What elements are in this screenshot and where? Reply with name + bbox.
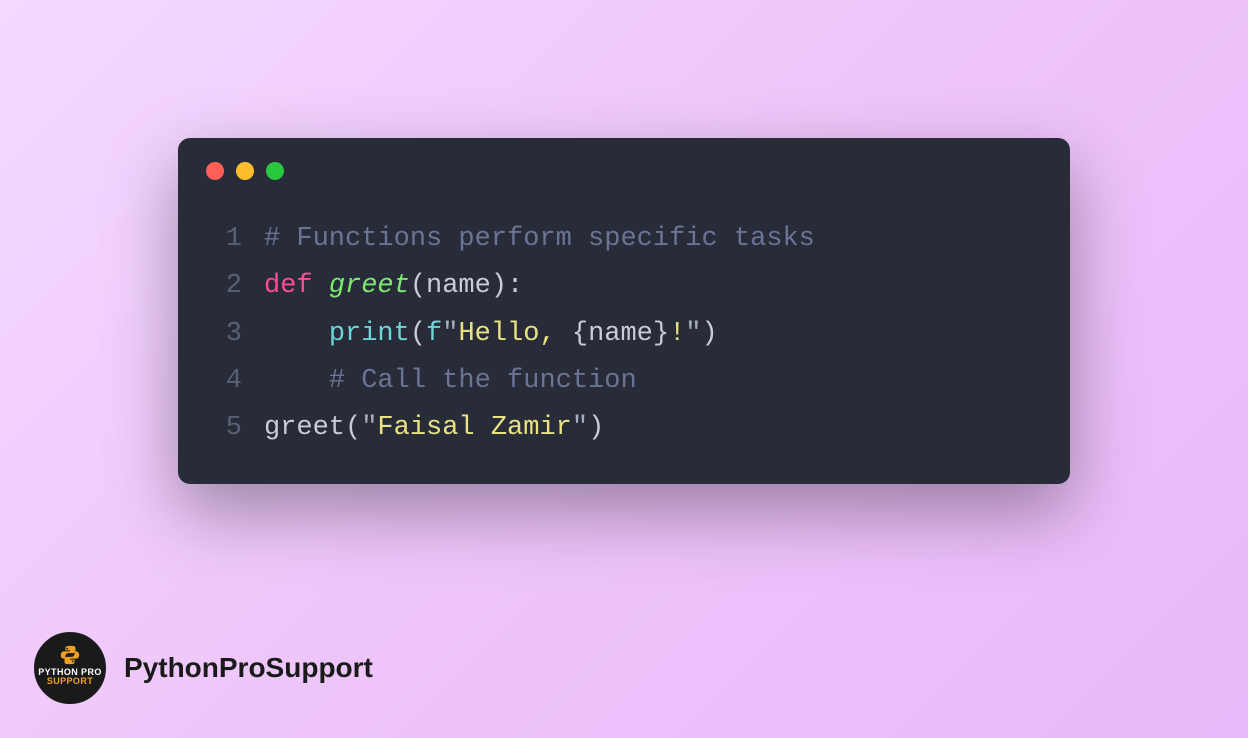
window-maximize-icon[interactable] — [266, 162, 284, 180]
code-token: " — [685, 319, 701, 349]
code-token: Hello, — [458, 319, 571, 349]
python-icon — [59, 644, 81, 666]
code-token: ) — [701, 319, 717, 349]
code-token: Faisal Zamir — [377, 413, 571, 443]
window-close-icon[interactable] — [206, 162, 224, 180]
window-minimize-icon[interactable] — [236, 162, 254, 180]
line-content: # Call the function — [264, 358, 637, 405]
code-token: print — [329, 319, 410, 349]
brand-name: PythonProSupport — [124, 652, 373, 684]
code-token: def — [264, 271, 313, 301]
code-token: f — [426, 319, 442, 349]
code-token: ( — [410, 271, 426, 301]
window-titlebar — [178, 138, 1070, 188]
code-line: 3 print(f"Hello, {name}!") — [206, 311, 1042, 358]
code-line: 5greet("Faisal Zamir") — [206, 405, 1042, 452]
line-number: 1 — [206, 216, 242, 263]
code-token — [264, 319, 329, 349]
code-body: 1 # Functions perform specific tasks 2 def … — [178, 188, 1070, 452]
logo-line-2: SUPPORT — [47, 676, 93, 686]
line-content: greet("Faisal Zamir") — [264, 405, 604, 452]
code-token: ): — [491, 271, 523, 301]
code-token: greet( — [264, 413, 361, 443]
code-line: 4 # Call the function — [206, 358, 1042, 405]
code-token: ) — [588, 413, 604, 443]
code-token: { — [572, 319, 588, 349]
code-token — [313, 271, 329, 301]
line-content: # Functions perform specific tasks — [264, 216, 815, 263]
code-line: 2 def greet(name): — [206, 263, 1042, 310]
code-token: name — [588, 319, 653, 349]
code-line: 1 # Functions perform specific tasks — [206, 216, 1042, 263]
code-token — [264, 366, 329, 396]
code-token: } — [653, 319, 669, 349]
code-token: # Functions perform specific tasks — [264, 224, 815, 254]
line-number: 2 — [206, 263, 242, 310]
line-number: 4 — [206, 358, 242, 405]
code-token: # Call the function — [329, 366, 637, 396]
code-token: greet — [329, 271, 410, 301]
code-token: ! — [669, 319, 685, 349]
code-token: ( — [410, 319, 426, 349]
logo-text: PYTHON PRO SUPPORT — [38, 668, 102, 687]
code-token: " — [572, 413, 588, 443]
code-window: 1 # Functions perform specific tasks 2 def … — [178, 138, 1070, 484]
brand-logo: PYTHON PRO SUPPORT — [34, 632, 106, 704]
code-token: name — [426, 271, 491, 301]
line-content: print(f"Hello, {name}!") — [264, 311, 718, 358]
code-token: " — [361, 413, 377, 443]
code-token: " — [442, 319, 458, 349]
footer: PYTHON PRO SUPPORT PythonProSupport — [34, 632, 373, 704]
line-number: 5 — [206, 405, 242, 452]
line-content: def greet(name): — [264, 263, 523, 310]
line-number: 3 — [206, 311, 242, 358]
